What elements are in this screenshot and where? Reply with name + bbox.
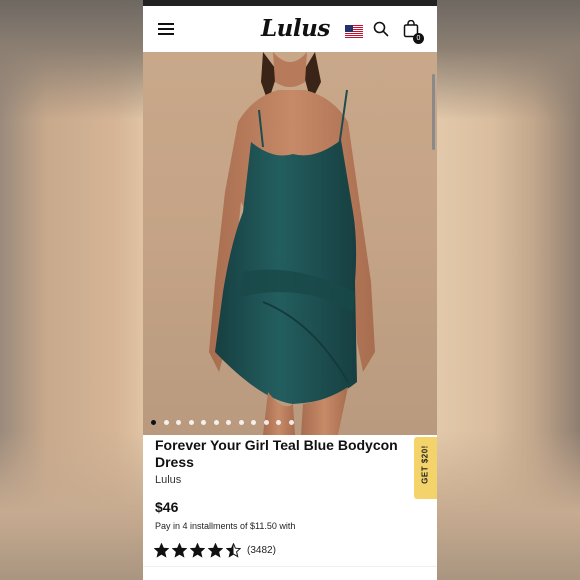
gallery-dot[interactable]	[276, 420, 281, 425]
product-brand[interactable]: Lulus	[155, 474, 181, 486]
star-icon	[190, 543, 205, 558]
search-icon[interactable]	[373, 21, 389, 37]
star-icon	[154, 543, 169, 558]
us-flag-icon[interactable]	[345, 25, 363, 38]
product-image[interactable]	[143, 52, 437, 435]
gallery-pagination-dots	[151, 420, 294, 426]
phone-screen: Lulus 0 Forever Your Girl Teal Blue Body…	[143, 0, 437, 580]
product-title: Forever Your Girl Teal Blue Bodycon Dres…	[155, 437, 398, 470]
lulus-logo[interactable]: Lulus	[261, 15, 330, 42]
gallery-dot[interactable]	[176, 420, 181, 425]
promo-tab-label: GET $20!	[420, 445, 430, 484]
product-price: $46	[155, 499, 179, 515]
gallery-dot[interactable]	[201, 420, 206, 425]
gallery-dot[interactable]	[288, 420, 294, 425]
scrollbar-thumb[interactable]	[432, 74, 435, 150]
cart-count-badge: 0	[413, 33, 424, 44]
gallery-dot[interactable]	[213, 420, 219, 425]
site-header: Lulus 0	[143, 6, 437, 53]
divider	[143, 566, 437, 567]
gallery-dot[interactable]	[151, 420, 156, 425]
star-icon	[226, 543, 241, 558]
installments-text: Pay in 4 installments of $11.50 with	[155, 521, 296, 531]
rating-stars[interactable]: (3482)	[154, 543, 276, 558]
gallery-dot[interactable]	[163, 420, 169, 425]
promo-tab[interactable]: GET $20!	[414, 437, 437, 499]
star-icon	[208, 543, 223, 558]
review-count[interactable]: (3482)	[247, 545, 276, 556]
star-icon	[172, 543, 187, 558]
hamburger-menu-icon[interactable]	[158, 22, 174, 35]
gallery-dot[interactable]	[251, 420, 256, 425]
gallery-dot[interactable]	[188, 420, 194, 425]
gallery-dot[interactable]	[238, 420, 244, 425]
gallery-dot[interactable]	[226, 420, 231, 425]
gallery-dot[interactable]	[263, 420, 269, 425]
